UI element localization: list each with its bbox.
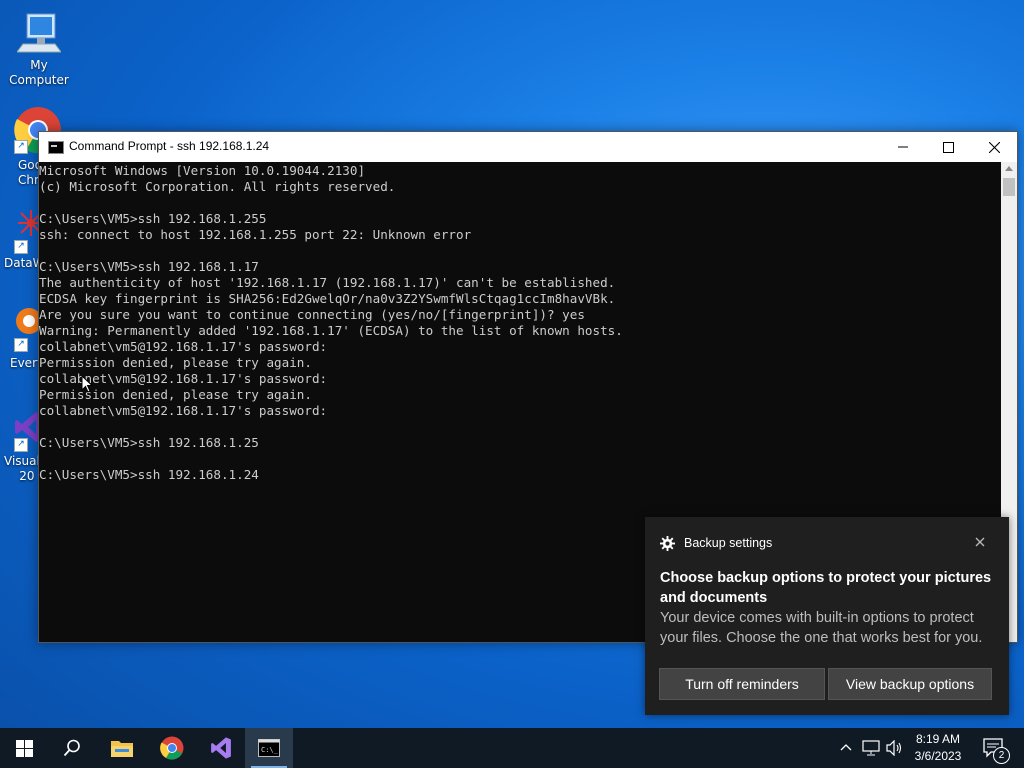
console-line: Permission denied, please try again. [39,387,312,402]
shortcut-arrow-icon: ↗ [14,240,28,254]
shortcut-arrow-icon: ↗ [14,140,28,154]
clock-time: 8:19 AM [915,732,961,746]
taskbar-chrome[interactable] [148,728,196,768]
search-icon [63,739,80,757]
action-center-button[interactable]: 2 [980,728,1024,768]
taskbar-file-explorer[interactable] [98,728,146,768]
console-line: C:\Users\VM5>ssh 192.168.1.24 [39,467,259,482]
desktop-icon-label: My Computer [9,58,69,87]
search-button[interactable] [48,728,96,768]
show-hidden-icons-chevron-icon[interactable] [840,742,852,754]
windows-logo-icon [15,739,33,757]
console-line: C:\Users\VM5>ssh 192.168.1.17 [39,259,259,274]
minimize-button[interactable] [880,132,926,162]
toast-close-button[interactable] [973,535,987,549]
console-line: Warning: Permanently added '192.168.1.17… [39,323,623,338]
turn-off-reminders-button[interactable]: Turn off reminders [659,668,825,700]
command-prompt-icon: C:\_ [258,739,280,757]
start-button[interactable] [0,728,48,768]
console-line: collabnet\vm5@192.168.1.17's password: [39,371,328,386]
volume-icon[interactable] [886,740,904,756]
close-button[interactable] [971,132,1017,162]
desktop-icon-my-computer[interactable]: My Computer [0,8,78,88]
console-line: The authenticity of host '192.168.1.17 (… [39,275,616,290]
taskbar-clock[interactable]: 8:19 AM 3/6/2023 [905,731,971,765]
console-line: ECDSA key fingerprint is SHA256:Ed2Gwelq… [39,291,616,306]
console-line: Microsoft Windows [Version 10.0.19044.21… [39,163,366,178]
toast-app-name: Backup settings [684,536,773,550]
console-line: collabnet\vm5@192.168.1.17's password: [39,339,328,354]
shortcut-arrow-icon: ↗ [14,338,28,352]
notification-count-badge: 2 [993,747,1010,764]
taskbar-command-prompt[interactable]: C:\_ [245,728,293,768]
window-title: Command Prompt - ssh 192.168.1.24 [69,139,270,153]
gear-icon [660,536,675,551]
console-line: C:\Users\VM5>ssh 192.168.1.255 [39,211,267,226]
visual-studio-icon [211,737,231,759]
scrollbar-thumb[interactable] [1003,178,1015,196]
svg-text:C:\_: C:\_ [261,746,279,754]
console-line: (c) Microsoft Corporation. All rights re… [39,179,396,194]
network-icon[interactable] [862,740,880,756]
mouse-cursor-icon [81,375,93,393]
view-backup-options-button[interactable]: View backup options [828,668,992,700]
window-titlebar[interactable]: Command Prompt - ssh 192.168.1.24 [39,132,1017,162]
console-line: Permission denied, please try again. [39,355,312,370]
chrome-icon [160,736,184,760]
maximize-button[interactable] [925,132,971,162]
desktop-icon-label: Visual 20 [4,454,40,483]
command-prompt-icon [48,141,64,154]
shortcut-arrow-icon: ↗ [14,438,28,452]
console-line: ssh: connect to host 192.168.1.255 port … [39,227,472,242]
console-line: collabnet\vm5@192.168.1.17's password: [39,403,328,418]
maximize-icon [942,141,954,153]
taskbar-visual-studio[interactable] [197,728,245,768]
toast-headline: Choose backup options to protect your pi… [660,570,992,606]
console-line: Are you sure you want to continue connec… [39,307,585,322]
backup-notification-toast[interactable]: Backup settings Choose backup options to… [645,517,1009,715]
computer-icon [17,13,61,53]
minimize-icon [898,146,908,148]
taskbar: C:\_ 8:19 AM 3/6/2023 2 [0,728,1024,768]
scroll-up-arrow-icon[interactable] [1005,166,1013,171]
clock-date: 3/6/2023 [914,749,962,763]
toast-body-text: Your device comes with built-in options … [660,610,983,646]
console-line: C:\Users\VM5>ssh 192.168.1.25 [39,435,259,450]
file-explorer-icon [111,741,133,757]
close-icon [988,141,1000,153]
